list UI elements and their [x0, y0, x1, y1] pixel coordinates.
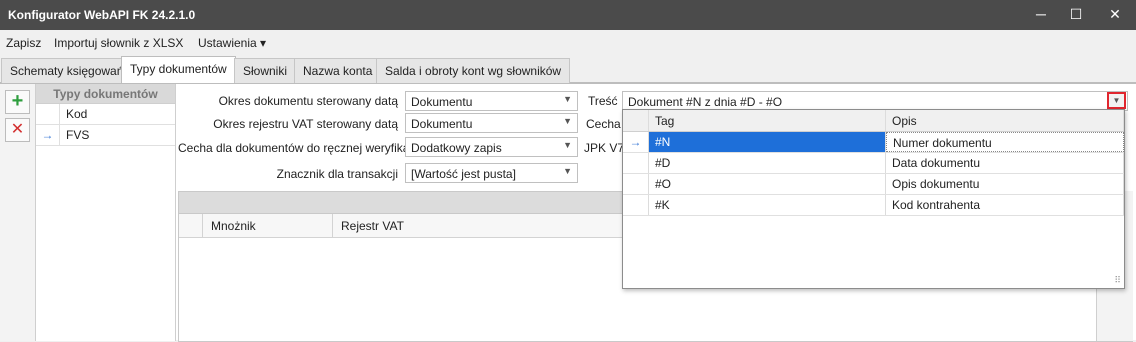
- okres-label: Okres dokumentu sterowany datą: [218, 94, 398, 108]
- tresc-label: Treść: [588, 94, 618, 108]
- chevron-down-icon: ▼: [563, 94, 572, 104]
- tresc-select[interactable]: Dokument #N z dnia #D - #O ▼: [622, 91, 1128, 111]
- list-item[interactable]: #D Data dokumentu: [623, 153, 1124, 174]
- table-row[interactable]: → FVS: [36, 125, 175, 146]
- column-mnoznik[interactable]: Mnożnik: [203, 214, 333, 238]
- window-title: Konfigurator WebAPI FK 24.2.1.0: [8, 8, 196, 22]
- opis-cell[interactable]: Numer dokumentu: [886, 132, 1124, 152]
- cecha2-label: Cecha: [586, 117, 621, 131]
- chevron-down-icon: ▼: [563, 166, 572, 176]
- tab-content: + ✕ Typy dokumentów Kod → FVS Okres doku…: [0, 83, 1136, 342]
- delete-icon[interactable]: ✕: [5, 118, 30, 142]
- maximize-button[interactable]: ☐: [1059, 0, 1093, 30]
- znacznik-label: Znacznik dla transakcji: [276, 167, 398, 181]
- close-button[interactable]: ✕: [1098, 0, 1132, 30]
- row-indicator-arrow-icon: →: [623, 132, 649, 152]
- tag-cell[interactable]: #O: [649, 174, 886, 194]
- column-rejestr-vat[interactable]: Rejestr VAT: [333, 214, 623, 238]
- menu-save[interactable]: Zapisz: [6, 36, 41, 50]
- column-opis[interactable]: Opis: [886, 110, 1124, 131]
- tab-schematy-ksiegowan[interactable]: Schematy księgowań: [1, 58, 133, 83]
- cell-kod[interactable]: FVS: [60, 125, 89, 145]
- tab-typy-dokumentow[interactable]: Typy dokumentów: [121, 56, 236, 84]
- chevron-down-icon: ▼: [563, 140, 572, 150]
- opis-cell[interactable]: Opis dokumentu: [886, 174, 1124, 194]
- opis-cell[interactable]: Kod kontrahenta: [886, 195, 1124, 215]
- add-icon[interactable]: +: [5, 90, 30, 114]
- menu-import-xlsx[interactable]: Importuj słownik z XLSX: [54, 36, 183, 50]
- title-bar: Konfigurator WebAPI FK 24.2.1.0 ─ ☐ ✕: [0, 0, 1136, 30]
- list-item[interactable]: → #N Numer dokumentu: [623, 132, 1124, 153]
- menu-bar: Zapisz Importuj słownik z XLSX Ustawieni…: [0, 30, 1136, 56]
- okres-vat-select[interactable]: Dokumentu ▼: [405, 113, 578, 133]
- row-indicator-arrow-icon: →: [36, 125, 60, 145]
- minimize-button[interactable]: ─: [1024, 0, 1058, 30]
- document-types-grid: Typy dokumentów Kod → FVS: [36, 84, 176, 341]
- okres-select[interactable]: Dokumentu ▼: [405, 91, 578, 111]
- side-toolbar: + ✕: [0, 84, 36, 341]
- list-item[interactable]: #O Opis dokumentu: [623, 174, 1124, 195]
- okres-vat-label: Okres rejestru VAT sterowany datą: [213, 117, 398, 131]
- tab-strip: Schematy księgowań Typy dokumentów Słown…: [0, 56, 1136, 84]
- cecha-label: Cecha dla dokumentów do ręcznej weryfika…: [178, 141, 421, 155]
- chevron-down-icon: ▼: [563, 116, 572, 126]
- tag-dropdown-popup: Tag Opis → #N Numer dokumentu #D Data do…: [622, 109, 1125, 289]
- column-tag[interactable]: Tag: [649, 110, 886, 131]
- tag-cell[interactable]: #K: [649, 195, 886, 215]
- opis-cell[interactable]: Data dokumentu: [886, 153, 1124, 173]
- document-types-column-header: Kod: [36, 104, 175, 125]
- document-types-header: Typy dokumentów: [36, 84, 175, 104]
- tag-cell[interactable]: #D: [649, 153, 886, 173]
- dropdown-button[interactable]: ▼: [1107, 92, 1126, 109]
- jpk-label: JPK V7: [584, 141, 625, 155]
- resize-grip-icon[interactable]: ⠿: [1114, 275, 1121, 286]
- tab-nazwa-konta[interactable]: Nazwa konta: [294, 58, 382, 83]
- tag-popup-header: Tag Opis: [623, 110, 1124, 132]
- list-item[interactable]: #K Kod kontrahenta: [623, 195, 1124, 216]
- znacznik-select[interactable]: [Wartość jest pusta] ▼: [405, 163, 578, 183]
- tab-salda-i-obroty[interactable]: Salda i obroty kont wg słowników: [376, 58, 571, 83]
- tag-cell[interactable]: #N: [649, 132, 886, 152]
- column-kod[interactable]: Kod: [60, 104, 87, 124]
- tab-slowniki[interactable]: Słowniki: [234, 58, 297, 83]
- cecha-select[interactable]: Dodatkowy zapis ▼: [405, 137, 578, 157]
- menu-settings[interactable]: Ustawienia ▾: [198, 36, 266, 50]
